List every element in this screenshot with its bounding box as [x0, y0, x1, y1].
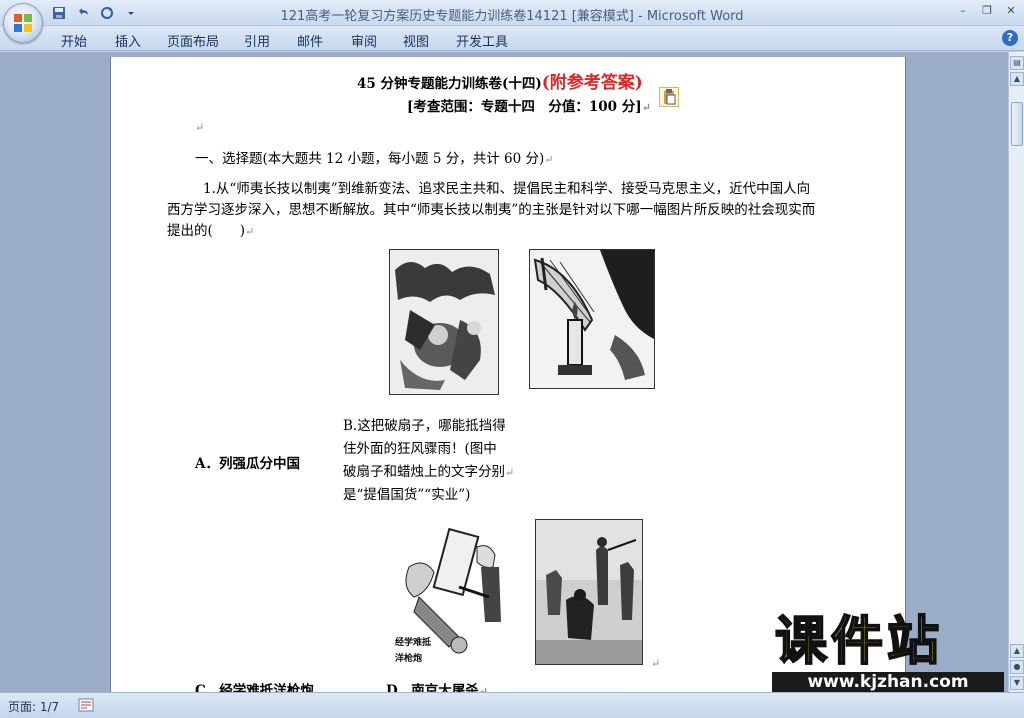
page-indicator[interactable]: 页面: 1/7 [8, 698, 59, 715]
question-1-line-2: 西方学习逐步深入，思想不断解放。其中“师夷长技以制夷”的主张是针对以下哪一幅图片… [167, 202, 816, 218]
close-button[interactable]: ✕ [1000, 2, 1022, 18]
question-1-line-1: 1.从“师夷长技以制夷”到维新变法、追求民主共和、提倡民主和科学、接受马克思主义… [203, 181, 811, 197]
cartoon-c-caption-2: 洋枪炮 [395, 652, 422, 664]
scroll-up-icon[interactable]: ▲ [1010, 72, 1024, 86]
office-logo-icon [14, 14, 32, 32]
option-a-label: A．列强瓜分中国 [195, 456, 300, 472]
vertical-scrollbar[interactable]: ▤ ▲ ▲ ● ▼ [1008, 52, 1024, 692]
option-b-line-1: B.这把破扇子，哪能抵挡得 [343, 418, 506, 434]
tab-mailings[interactable]: 邮件 [297, 31, 323, 50]
empty-paragraph-2: ↵ [651, 657, 661, 670]
tab-home[interactable]: 开始 [61, 31, 87, 50]
tab-review[interactable]: 审阅 [351, 31, 377, 50]
image-option-b-cartoon [529, 249, 655, 389]
scroll-thumb[interactable] [1011, 102, 1023, 146]
document-area: 45 分钟专题能力训练卷(十四)(附参考答案) [考查范围：专题十四 分值：10… [0, 52, 1008, 692]
status-bar: 页面: 1/7 [0, 692, 1024, 718]
image-option-c-cartoon: 经学难抵 洋枪炮 [389, 527, 507, 669]
question-1-line-3: 提出的( )↵ [167, 223, 255, 239]
watermark-url: www.kjzhan.com [772, 672, 1004, 692]
window-title: 121高考一轮复习方案历史专题能力训练卷14121 [兼容模式] - Micro… [280, 9, 744, 24]
answer-note: (附参考答案) [541, 73, 643, 93]
option-c-label: C．经学难抵洋枪炮 [195, 683, 314, 692]
cartoon-c-caption-1: 经学难抵 [395, 636, 431, 648]
section-heading: 一、选择题(本大题共 12 小题，每小题 5 分，共计 60 分)↵ [195, 151, 554, 167]
ruler-toggle-icon[interactable]: ▤ [1010, 56, 1024, 70]
image-option-a-cartoon [389, 249, 499, 395]
option-d-label: D．南京大屠杀↵ [386, 683, 488, 692]
office-button[interactable] [3, 3, 43, 43]
doc-scope: [考查范围：专题十四 分值：100 分]↵ [407, 99, 651, 115]
doc-title: 45 分钟专题能力训练卷(十四)(附参考答案) [357, 73, 643, 93]
option-b-line-2: 住外面的狂风骤雨！(图中 [343, 441, 497, 457]
empty-paragraph: ↵ [195, 121, 205, 134]
option-b-line-4: 是“提倡国货”“实业”) [343, 487, 471, 503]
tab-insert[interactable]: 插入 [115, 31, 141, 50]
minimize-button[interactable]: – [952, 2, 974, 18]
restore-button[interactable]: ❐ [976, 2, 998, 18]
title-bar: 121高考一轮复习方案历史专题能力训练卷14121 [兼容模式] - Micro… [0, 0, 1024, 26]
browse-object-icon[interactable]: ● [1010, 660, 1024, 674]
tab-page-layout[interactable]: 页面布局 [167, 31, 219, 50]
next-page-icon[interactable]: ▼ [1010, 676, 1024, 690]
option-b-line-3: 破扇子和蜡烛上的文字分别↵ [343, 464, 515, 480]
previous-page-icon[interactable]: ▲ [1010, 644, 1024, 658]
tab-references[interactable]: 引用 [244, 31, 270, 50]
tab-view[interactable]: 视图 [403, 31, 429, 50]
paste-options-icon[interactable] [659, 87, 679, 107]
image-option-d-photo [535, 519, 643, 665]
window-controls: – ❐ ✕ [952, 2, 1022, 18]
proofing-icon[interactable] [78, 698, 94, 712]
tab-developer[interactable]: 开发工具 [456, 31, 508, 50]
document-page[interactable]: 45 分钟专题能力训练卷(十四)(附参考答案) [考查范围：专题十四 分值：10… [110, 57, 906, 692]
watermark-logo: 课件站 [774, 612, 944, 672]
help-icon[interactable]: ? [1002, 30, 1018, 46]
ribbon-tabs: 开始 插入 页面布局 引用 邮件 审阅 视图 开发工具 ? [0, 26, 1024, 51]
